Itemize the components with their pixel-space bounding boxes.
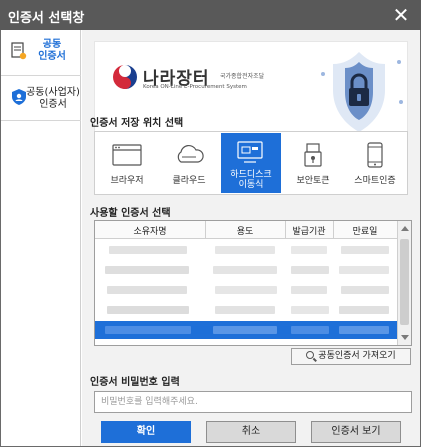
location-harddisk[interactable]: 하드디스크 이동식 — [221, 133, 281, 193]
scroll-down-icon[interactable] — [401, 335, 409, 340]
location-security-token[interactable]: 보안토큰 — [283, 136, 343, 191]
import-certificate-button[interactable]: 공동인증서 가져오기 — [291, 348, 411, 365]
column-header-purpose[interactable]: 용도 — [205, 224, 285, 237]
password-input[interactable] — [94, 391, 412, 413]
sidebar-item-business-certificate[interactable]: 공동(사업자) 인증서 — [1, 76, 81, 121]
cancel-button[interactable]: 취소 — [206, 421, 296, 443]
certificate-icon — [11, 42, 27, 63]
scrollbar-thumb[interactable] — [400, 239, 409, 325]
storage-location-selector: 브라우저 클라우드 하드디스크 이동식 보안토큰 스마트인증 — [94, 131, 408, 195]
certificate-table[interactable]: 소유자명 용도 발급기관 만료일 — [94, 220, 412, 346]
browser-icon — [111, 142, 143, 171]
search-icon — [306, 351, 315, 359]
brand-subtitle: 국가종합전자조달 — [220, 73, 265, 80]
location-cloud[interactable]: 클라우드 — [159, 136, 219, 191]
password-title: 인증서 비밀번호 입력 — [90, 377, 180, 388]
title-bar: 인증서 선택창 ✕ — [0, 0, 421, 30]
shield-lock-icon — [315, 44, 407, 134]
table-row[interactable] — [95, 301, 397, 319]
table-row[interactable] — [95, 241, 397, 259]
location-label: 하드디스크 이동식 — [230, 170, 272, 190]
cloud-icon — [173, 142, 205, 171]
smartphone-icon — [359, 142, 391, 171]
table-scrollbar[interactable] — [397, 221, 411, 345]
location-label: 보안토큰 — [296, 176, 330, 186]
sidebar-item-joint-certificate[interactable]: 공동 인증서 — [1, 30, 81, 76]
location-label: 스마트인증 — [354, 176, 396, 186]
scroll-up-icon[interactable] — [401, 226, 409, 231]
table-header: 소유자명 용도 발급기관 만료일 — [95, 221, 397, 239]
column-header-issuer[interactable]: 발급기관 — [285, 224, 333, 237]
certificate-list-title: 사용할 인증서 선택 — [90, 208, 171, 219]
table-row[interactable] — [95, 261, 397, 279]
import-button-label: 공동인증서 가져오기 — [318, 351, 396, 361]
location-browser[interactable]: 브라우저 — [97, 136, 157, 191]
view-certificate-button[interactable]: 인증서 보기 — [311, 421, 401, 443]
table-row[interactable] — [95, 281, 397, 299]
close-icon[interactable]: ✕ — [391, 5, 411, 25]
window-title: 인증서 선택창 — [8, 11, 85, 26]
ok-button[interactable]: 확인 — [101, 421, 191, 443]
sidebar-item-label: 공동(사업자) 인증서 — [26, 87, 80, 110]
column-header-expiry[interactable]: 만료일 — [333, 224, 397, 237]
brand-english: Korea ON-Line E-Procurement System — [143, 84, 247, 90]
sidebar: 공동 인증서 공동(사업자) 인증서 — [1, 30, 81, 446]
column-header-owner[interactable]: 소유자명 — [95, 224, 205, 237]
security-token-icon — [297, 142, 329, 171]
location-label: 클라우드 — [172, 176, 206, 186]
location-smart-auth[interactable]: 스마트인증 — [345, 136, 405, 191]
main-panel: 나라장터 국가종합전자조달 Korea ON-Line E-Procuremen… — [82, 30, 420, 446]
sidebar-item-label: 공동 인증서 — [38, 39, 66, 62]
harddisk-icon — [235, 139, 267, 168]
taegeuk-logo-icon — [111, 63, 139, 94]
location-title: 인증서 저장 위치 선택 — [90, 118, 184, 129]
table-row-selected[interactable] — [95, 321, 397, 339]
location-label: 브라우저 — [110, 176, 144, 186]
